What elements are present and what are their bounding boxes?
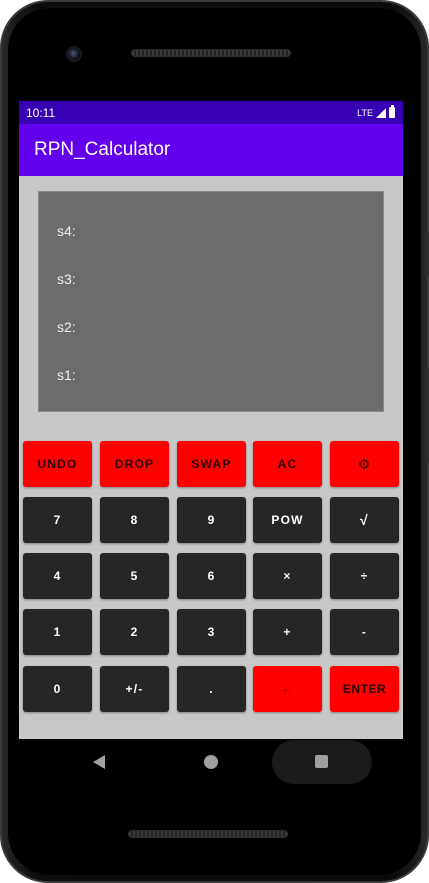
settings-button[interactable]: ⚙ xyxy=(330,441,399,487)
sqrt-button[interactable]: √ xyxy=(330,497,399,543)
digit-5-button[interactable]: 5 xyxy=(100,553,169,599)
screen: 10:11 LTE RPN_Calculator s4: s3: s2: s1:… xyxy=(19,101,403,739)
app-title: RPN_Calculator xyxy=(34,139,171,160)
divide-button[interactable]: ÷ xyxy=(330,553,399,599)
minus-button[interactable]: - xyxy=(330,609,399,655)
front-camera xyxy=(66,46,82,62)
stack-label: s1: xyxy=(57,367,76,383)
enter-button[interactable]: ENTER xyxy=(330,666,399,712)
volume-button xyxy=(425,368,429,463)
digit-3-button[interactable]: 3 xyxy=(177,609,246,655)
stack-row-s4: s4: xyxy=(57,223,76,239)
backspace-button[interactable]: ← xyxy=(253,666,322,712)
digit-1-button[interactable]: 1 xyxy=(23,609,92,655)
battery-icon xyxy=(389,105,395,118)
multiply-button[interactable]: × xyxy=(253,553,322,599)
status-time: 10:11 xyxy=(26,105,56,120)
stack-label: s4: xyxy=(57,223,76,239)
stack-display: s4: s3: s2: s1: xyxy=(38,191,384,412)
digit-2-button[interactable]: 2 xyxy=(100,609,169,655)
stack-row-s2: s2: xyxy=(57,319,76,335)
network-label: LTE xyxy=(357,107,373,118)
power-button xyxy=(425,232,429,276)
home-icon[interactable] xyxy=(204,755,218,769)
gear-icon: ⚙ xyxy=(357,455,372,472)
stack-label: s3: xyxy=(57,271,76,287)
power-op-button[interactable]: POW xyxy=(253,497,322,543)
digit-7-button[interactable]: 7 xyxy=(23,497,92,543)
decimal-button[interactable]: . xyxy=(177,666,246,712)
earpiece-speaker xyxy=(131,49,291,57)
back-icon[interactable] xyxy=(93,755,105,769)
app-bar: RPN_Calculator xyxy=(19,124,403,176)
plus-button[interactable]: + xyxy=(253,609,322,655)
digit-0-button[interactable]: 0 xyxy=(23,666,92,712)
digit-9-button[interactable]: 9 xyxy=(177,497,246,543)
backspace-arrow-icon: ← xyxy=(281,683,294,695)
all-clear-button[interactable]: AC xyxy=(253,441,322,487)
swap-button[interactable]: SWAP xyxy=(177,441,246,487)
status-icons: LTE xyxy=(357,105,395,118)
status-bar: 10:11 LTE xyxy=(19,101,403,124)
signal-icon xyxy=(376,107,386,118)
digit-4-button[interactable]: 4 xyxy=(23,553,92,599)
undo-button[interactable]: UNDO xyxy=(23,441,92,487)
stack-row-s3: s3: xyxy=(57,271,76,287)
digit-8-button[interactable]: 8 xyxy=(100,497,169,543)
navigation-bar xyxy=(19,739,403,785)
negate-button[interactable]: +/- xyxy=(100,666,169,712)
stack-label: s2: xyxy=(57,319,76,335)
drop-button[interactable]: DROP xyxy=(100,441,169,487)
bottom-speaker xyxy=(128,830,288,838)
digit-6-button[interactable]: 6 xyxy=(177,553,246,599)
recents-icon[interactable] xyxy=(315,755,328,768)
stack-row-s1: s1: xyxy=(57,367,76,383)
